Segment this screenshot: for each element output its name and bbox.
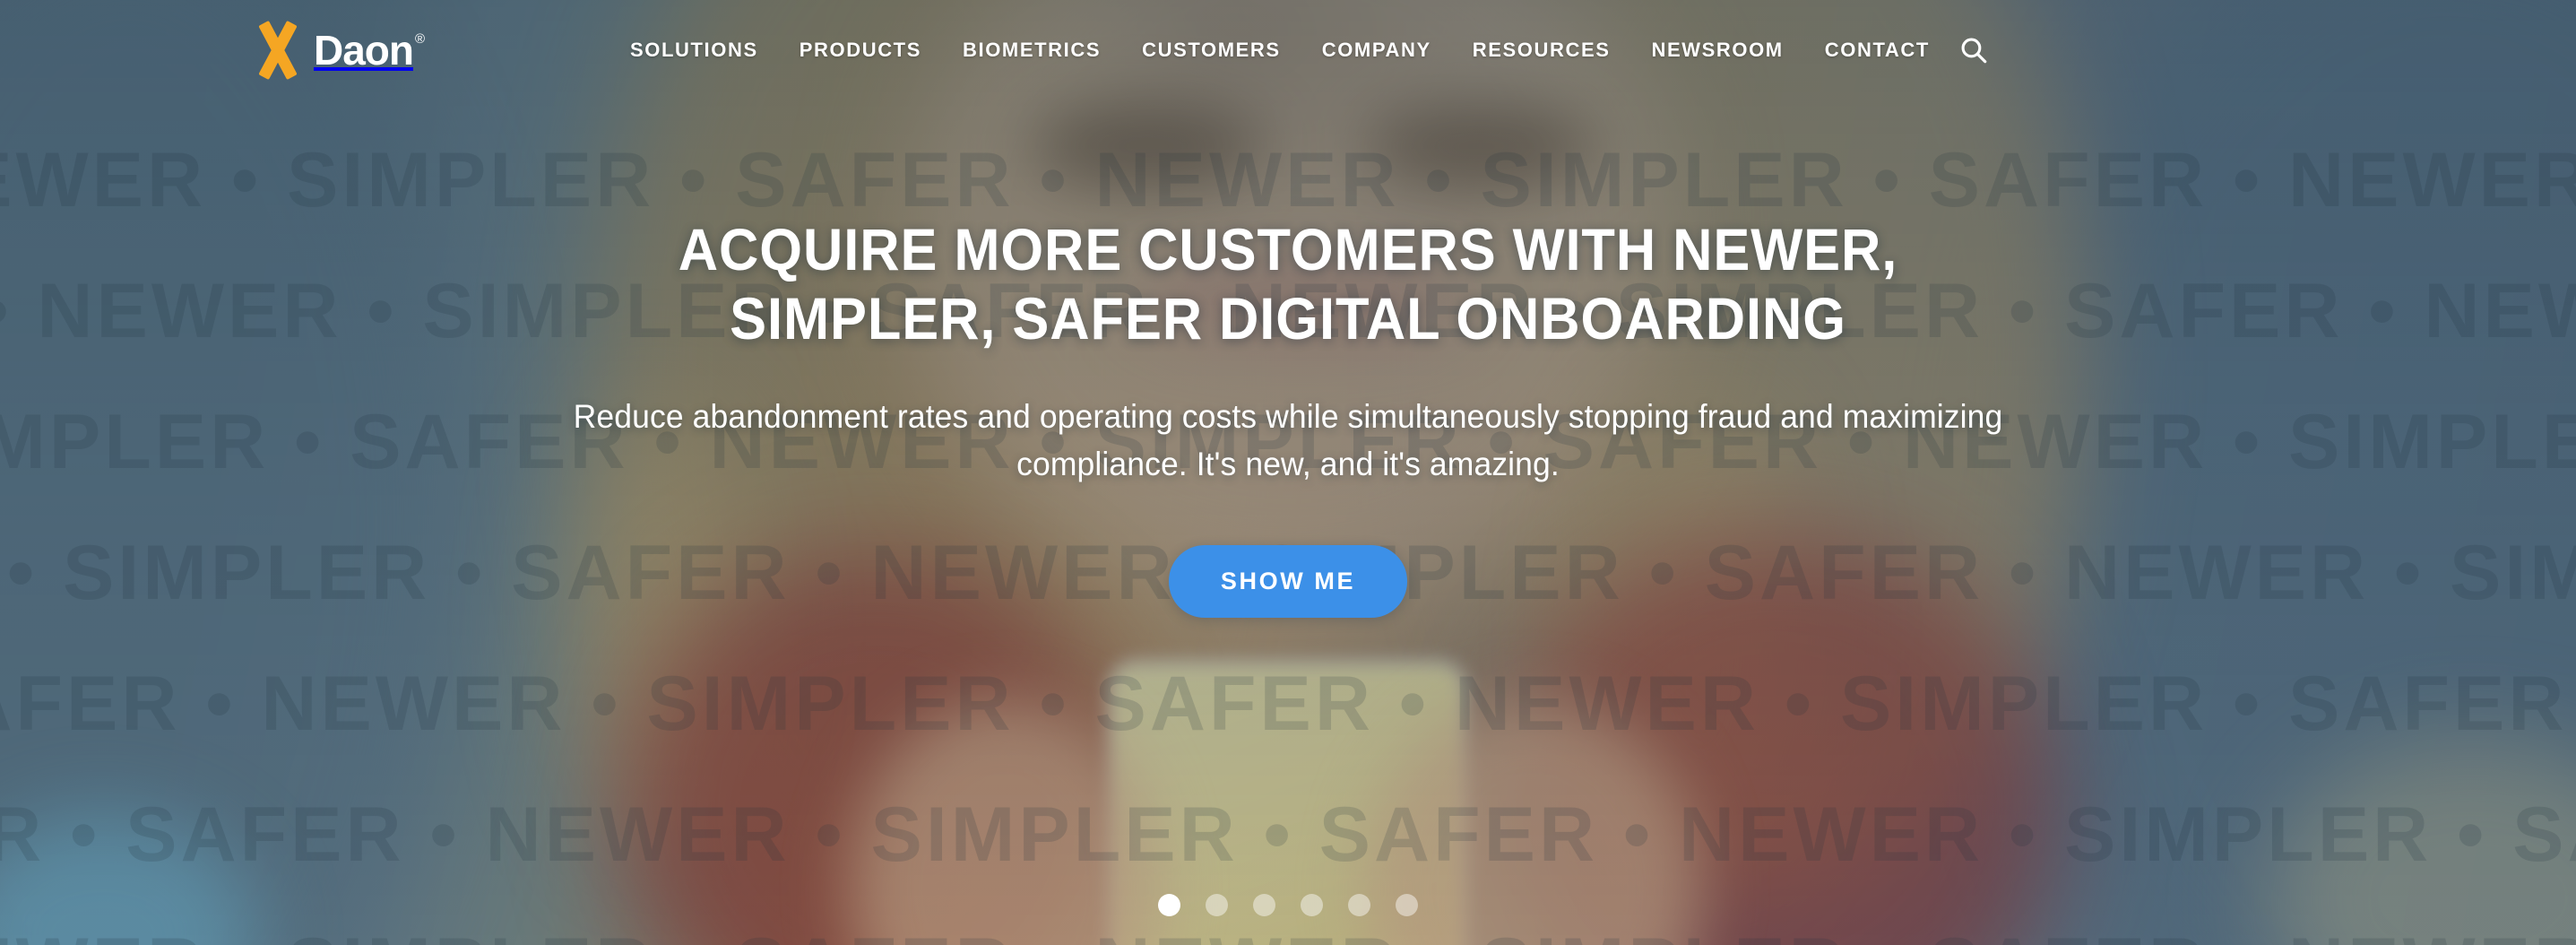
nav-item-company[interactable]: COMPANY: [1322, 39, 1431, 62]
brand-name: Daon ®: [314, 26, 425, 74]
show-me-button[interactable]: SHOW ME: [1168, 545, 1408, 619]
hero-headline: ACQUIRE MORE CUSTOMERS WITH NEWER, SIMPL…: [678, 216, 1898, 351]
brand-logo[interactable]: Daon ®: [255, 20, 425, 81]
site-header: Daon ® SOLUTIONS PRODUCTS BIOMETRICS CUSTOME…: [0, 0, 2576, 100]
nav-item-newsroom[interactable]: NEWSROOM: [1652, 39, 1784, 62]
nav-item-biometrics[interactable]: BIOMETRICS: [963, 39, 1101, 62]
search-icon: [1961, 38, 1987, 64]
nav-item-contact[interactable]: CONTACT: [1825, 39, 1930, 62]
nav-item-customers[interactable]: CUSTOMERS: [1142, 39, 1281, 62]
nav-item-products[interactable]: PRODUCTS: [800, 39, 921, 62]
carousel-pagination: [0, 894, 2576, 916]
carousel-dot-5[interactable]: [1348, 894, 1370, 916]
brand-name-text: Daon: [314, 27, 414, 74]
hero-subheadline: Reduce abandonment rates and operating c…: [573, 398, 2003, 482]
hero-banner: NEWER • SIMPLER • SAFER • NEWER • SIMPLE…: [0, 0, 2576, 945]
nav-item-solutions[interactable]: SOLUTIONS: [630, 39, 758, 62]
carousel-dot-4[interactable]: [1301, 894, 1323, 916]
carousel-dot-6[interactable]: [1396, 894, 1418, 916]
nav-item-resources[interactable]: RESOURCES: [1473, 39, 1611, 62]
trademark-symbol: ®: [414, 31, 425, 47]
main-navigation: SOLUTIONS PRODUCTS BIOMETRICS CUSTOMERS COMP…: [630, 39, 1930, 62]
carousel-dot-3[interactable]: [1253, 894, 1275, 916]
carousel-dot-1[interactable]: [1158, 894, 1180, 916]
daon-x-logo-icon: [255, 20, 301, 81]
search-button[interactable]: [1953, 30, 1994, 71]
carousel-dot-2[interactable]: [1206, 894, 1228, 916]
